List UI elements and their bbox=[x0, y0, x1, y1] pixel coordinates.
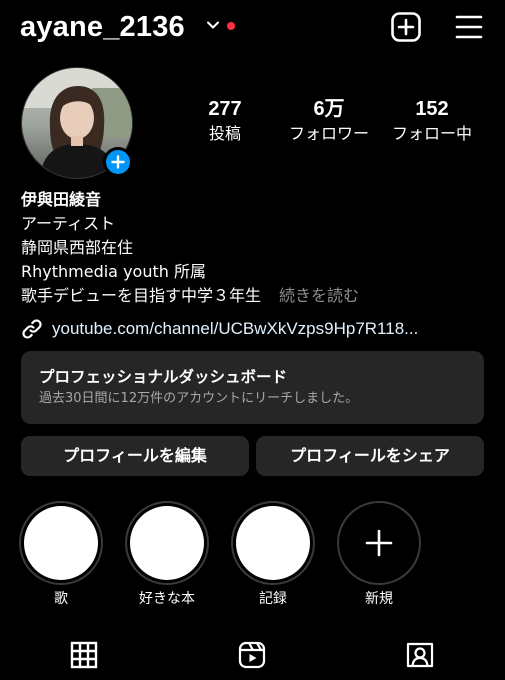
dashboard-subtitle: 過去30日間に12万件のアカウントにリーチしました。 bbox=[39, 391, 359, 406]
tagged-icon[interactable] bbox=[405, 640, 435, 670]
new-post-icon[interactable] bbox=[390, 11, 422, 43]
edit-profile-button[interactable]: プロフィールを編集 bbox=[21, 436, 249, 476]
stat-followers-value: 6万 bbox=[313, 98, 345, 120]
link-url[interactable]: youtube.com/channel/UCBwXkVzps9Hp7R118..… bbox=[52, 316, 418, 342]
stat-following-label: フォロー中 bbox=[391, 124, 472, 143]
stat-followers-label: フォロワー bbox=[288, 124, 369, 143]
highlight-label: 歌 bbox=[54, 591, 68, 607]
highlight-label: 新規 bbox=[365, 591, 393, 607]
share-profile-button[interactable]: プロフィールをシェア bbox=[256, 436, 484, 476]
bio-line: Rhythmedia youth 所属 bbox=[21, 262, 206, 281]
profile-tabbar bbox=[0, 630, 505, 680]
highlight-label: 記録 bbox=[259, 591, 287, 607]
bio-line: 静岡県西部在住 bbox=[21, 238, 134, 257]
stat-followers[interactable]: 6万 フォロワー bbox=[274, 96, 384, 145]
bio-line: アーティスト bbox=[21, 214, 116, 233]
link-icon bbox=[22, 319, 42, 339]
chevron-down-icon[interactable] bbox=[206, 18, 220, 32]
plus-icon bbox=[365, 529, 393, 557]
stat-posts-label: 投稿 bbox=[208, 124, 241, 143]
highlight-label: 好きな本 bbox=[139, 591, 195, 607]
add-story-button[interactable] bbox=[103, 147, 133, 177]
highlight-thumbnail[interactable] bbox=[236, 506, 310, 580]
stat-following-value: 152 bbox=[415, 98, 449, 120]
bio-line: 歌手デビューを目指す中学３年生 bbox=[21, 286, 262, 305]
stat-following[interactable]: 152 フォロー中 bbox=[377, 96, 487, 145]
highlight-thumbnail[interactable] bbox=[130, 506, 204, 580]
bio: 伊與田綾音 アーティスト 静岡県西部在住 Rhythmedia youth 所属… bbox=[21, 188, 359, 308]
username-title[interactable]: ayane_2136 bbox=[20, 8, 185, 46]
avatar-container[interactable] bbox=[21, 67, 133, 179]
grid-icon[interactable] bbox=[69, 640, 99, 670]
notification-dot bbox=[227, 22, 235, 30]
hamburger-menu-icon[interactable] bbox=[454, 12, 484, 42]
profile-header: ayane_2136 bbox=[0, 0, 505, 56]
plus-icon bbox=[111, 155, 125, 169]
display-name: 伊與田綾音 bbox=[21, 190, 102, 209]
bio-line-last: 歌手デビューを目指す中学３年生 続きを読む bbox=[21, 284, 359, 308]
stat-posts-value: 277 bbox=[208, 98, 242, 120]
stat-posts[interactable]: 277 投稿 bbox=[170, 96, 280, 145]
dashboard-title: プロフェッショナルダッシュボード bbox=[39, 368, 288, 386]
read-more-link[interactable]: 続きを読む bbox=[279, 286, 359, 305]
highlight-thumbnail[interactable] bbox=[24, 506, 98, 580]
reels-icon[interactable] bbox=[237, 640, 267, 670]
professional-dashboard[interactable]: プロフェッショナルダッシュボード 過去30日間に12万件のアカウントにリーチしま… bbox=[21, 351, 484, 424]
